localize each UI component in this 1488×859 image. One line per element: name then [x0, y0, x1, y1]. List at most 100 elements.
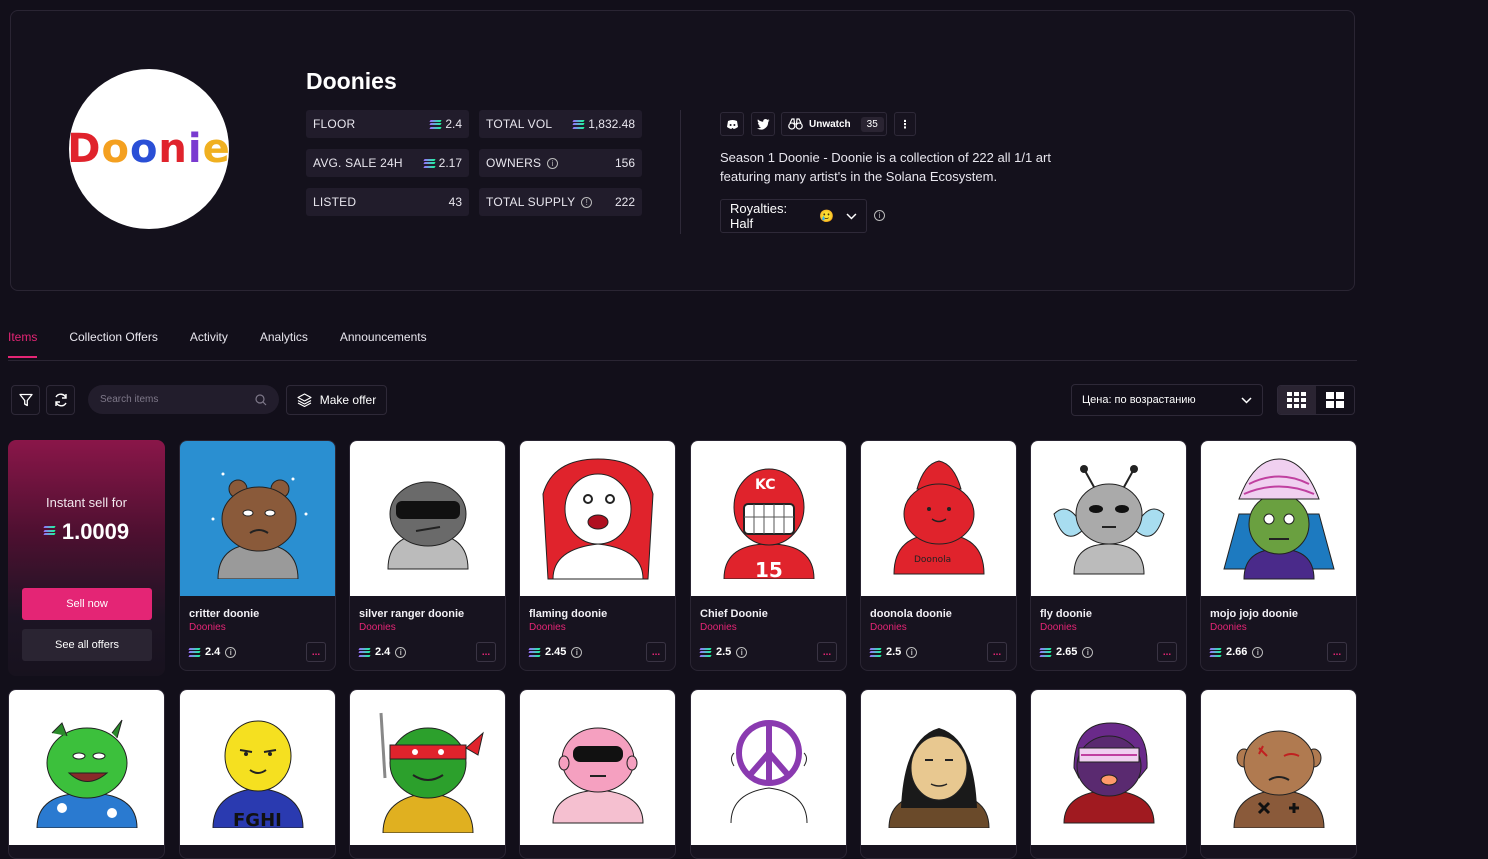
collection-title: Doonies [306, 68, 397, 94]
make-offer-button[interactable]: Make offer [286, 385, 387, 415]
nft-image[interactable] [1201, 690, 1356, 845]
more-options-button[interactable]: ... [646, 642, 666, 662]
nft-card[interactable]: mojo jojo doonie Doonies 2.66 i... [1200, 440, 1357, 671]
nft-card[interactable] [349, 689, 506, 859]
refresh-button[interactable] [46, 385, 75, 415]
solana-icon [429, 120, 442, 129]
nft-image[interactable]: FGHI [180, 690, 335, 845]
stat-total-vol: TOTAL VOL 1,832.48 [479, 110, 642, 138]
info-icon[interactable]: i [906, 646, 918, 658]
grid-small-view-button[interactable] [1278, 386, 1316, 414]
discord-button[interactable] [720, 112, 744, 136]
nft-image[interactable] [350, 441, 505, 596]
more-options-button[interactable]: ... [987, 642, 1007, 662]
info-icon[interactable]: i [571, 646, 583, 658]
nft-image[interactable] [520, 690, 675, 845]
nft-image[interactable] [861, 690, 1016, 845]
refresh-icon [54, 393, 67, 407]
nft-image[interactable] [1031, 690, 1186, 845]
tab-analytics[interactable]: Analytics [260, 330, 308, 358]
nft-card[interactable] [8, 689, 165, 859]
info-icon[interactable]: i [1252, 646, 1264, 658]
nft-card[interactable] [519, 689, 676, 859]
nft-image[interactable] [1031, 441, 1186, 596]
more-options-button[interactable]: ... [817, 642, 837, 662]
more-options-button[interactable]: ... [1327, 642, 1347, 662]
nft-image[interactable]: Doonola [861, 441, 1016, 596]
tab-items[interactable]: Items [8, 330, 38, 358]
watch-count-badge: 35 [860, 116, 884, 132]
solana-icon [358, 648, 371, 657]
solana-icon [699, 648, 712, 657]
info-icon[interactable]: i [395, 646, 407, 658]
info-icon[interactable]: i [225, 646, 237, 658]
collection-logo: Doonie [67, 69, 230, 229]
nft-image[interactable] [520, 441, 675, 596]
stat-floor: FLOOR 2.4 [306, 110, 469, 138]
sell-now-button[interactable]: Sell now [22, 588, 152, 620]
solana-icon [188, 648, 201, 657]
nft-image[interactable] [1201, 441, 1356, 596]
nft-image[interactable]: 15 KC [691, 441, 846, 596]
nft-card[interactable]: Doonola doonola doonie Doonies 2.5 i... [860, 440, 1017, 671]
see-all-offers-button[interactable]: See all offers [22, 629, 152, 661]
grid-small-icon [1287, 392, 1306, 408]
nft-image[interactable] [180, 441, 335, 596]
nft-card[interactable]: 15 KC Chief Doonie Doonies 2.5 i... [690, 440, 847, 671]
twitter-icon [756, 118, 769, 130]
tab-collection-offers[interactable]: Collection Offers [69, 330, 157, 358]
more-options-button[interactable]: ... [1157, 642, 1177, 662]
sort-dropdown[interactable]: Цена: по возрастанию [1071, 384, 1263, 416]
unwatch-button[interactable]: Unwatch 35 [781, 112, 887, 136]
nft-card[interactable] [860, 689, 1017, 859]
solana-icon [1039, 648, 1052, 657]
svg-text:KC: KC [755, 477, 776, 493]
info-icon[interactable]: i [1082, 646, 1094, 658]
solana-icon [528, 648, 541, 657]
royalties-info-icon[interactable]: i [874, 210, 885, 221]
filter-icon [18, 393, 33, 407]
more-options-button[interactable]: ... [476, 642, 496, 662]
nft-card[interactable]: silver ranger doonie Doonies 2.4 i... [349, 440, 506, 671]
nft-card[interactable] [690, 689, 847, 859]
solana-icon [43, 526, 58, 538]
vertical-dots-icon: ⋮ [899, 118, 911, 131]
nft-image[interactable] [350, 690, 505, 845]
royalties-dropdown[interactable]: Royalties: Half 🥲 [720, 199, 867, 233]
svg-text:FGHI: FGHI [233, 810, 282, 828]
chevron-down-icon [1241, 396, 1252, 404]
royalties-emoji: 🥲 [819, 209, 835, 223]
nft-card[interactable]: fly doonie Doonies 2.65 i... [1030, 440, 1187, 671]
tab-activity[interactable]: Activity [190, 330, 228, 358]
svg-text:15: 15 [755, 558, 783, 579]
info-icon[interactable]: i [736, 646, 748, 658]
layers-icon [297, 393, 312, 407]
nft-card[interactable]: flaming doonie Doonies 2.45 i... [519, 440, 676, 671]
search-icon [255, 393, 267, 405]
nft-card[interactable] [1030, 689, 1187, 859]
grid-large-view-button[interactable] [1316, 386, 1354, 414]
nft-card[interactable]: critter doonie Doonies 2.4 i... [179, 440, 336, 671]
filter-button[interactable] [11, 385, 40, 415]
nft-image[interactable] [9, 690, 164, 845]
grid-large-icon [1326, 392, 1344, 408]
view-toggle [1277, 385, 1355, 415]
more-options-button[interactable]: ... [306, 642, 326, 662]
nft-card[interactable] [1200, 689, 1357, 859]
info-icon[interactable]: i [547, 157, 559, 169]
stat-listed: LISTED 43 [306, 188, 469, 216]
more-options-button[interactable]: ⋮ [894, 112, 916, 136]
collection-description: Season 1 Doonie - Doonie is a collection… [720, 150, 1051, 184]
instant-sell-card: Instant sell for 1.0009 Sell now See all… [8, 440, 165, 676]
tab-announcements[interactable]: Announcements [340, 330, 427, 358]
discord-icon [726, 119, 738, 129]
solana-icon [1209, 648, 1222, 657]
header-divider [680, 110, 681, 234]
tabs-divider [8, 360, 1357, 361]
info-icon[interactable]: ! [581, 196, 593, 208]
twitter-button[interactable] [751, 112, 775, 136]
nft-card[interactable]: FGHI [179, 689, 336, 859]
search-input[interactable]: Search items [88, 385, 279, 414]
stat-total-supply: TOTAL SUPPLY! 222 [479, 188, 642, 216]
nft-image[interactable] [691, 690, 846, 845]
